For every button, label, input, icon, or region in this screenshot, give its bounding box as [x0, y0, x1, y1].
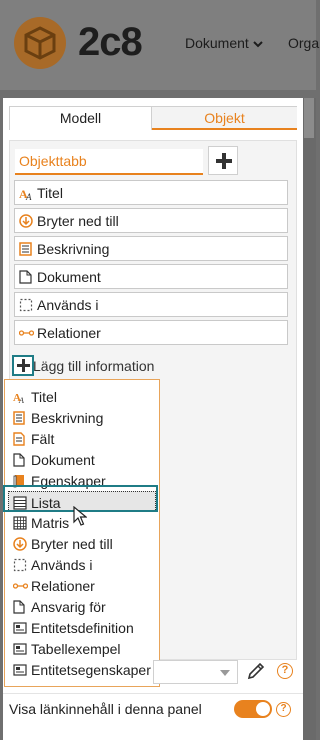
nav-organisation[interactable]: Orga: [288, 35, 319, 51]
relations-icon: [12, 579, 29, 593]
chevron-down-icon: [220, 670, 230, 676]
mouse-cursor-icon: [73, 505, 88, 531]
title-icon: AA: [19, 186, 33, 202]
section-relationer[interactable]: Relationer: [14, 320, 288, 345]
matrix-icon: [13, 516, 27, 530]
menu-item-label: Matris: [31, 515, 70, 531]
menu-item-bryter-ned-till[interactable]: Bryter ned till: [5, 533, 159, 554]
used-in-icon: [13, 558, 27, 572]
section-dokument[interactable]: Dokument: [14, 264, 288, 289]
section-label: Relationer: [37, 325, 101, 341]
menu-item-ansvarig-for[interactable]: Ansvarig för: [5, 596, 159, 617]
description-icon: [13, 411, 26, 425]
section-label: Beskrivning: [37, 241, 110, 257]
add-information-menu: AA Titel Beskrivning Fält Dokument Egens…: [4, 379, 160, 687]
section-label: Bryter ned till: [37, 213, 119, 229]
plus-icon: [17, 359, 30, 372]
section-bryter-ned-till[interactable]: Bryter ned till: [14, 208, 288, 233]
svg-text:A: A: [18, 396, 24, 404]
menu-item-label: Används i: [31, 557, 93, 573]
help-icon[interactable]: ?: [277, 663, 293, 679]
help-icon[interactable]: ?: [276, 702, 291, 717]
menu-item-dokument[interactable]: Dokument: [5, 449, 159, 470]
menu-item-relationer[interactable]: Relationer: [5, 575, 159, 596]
section-label: Titel: [37, 185, 63, 201]
tab-modell[interactable]: Modell: [9, 106, 152, 130]
menu-item-anvands-i[interactable]: Används i: [5, 554, 159, 575]
nav-dokument-label: Dokument: [185, 35, 249, 51]
menu-item-label: Titel: [31, 389, 57, 405]
plus-icon: [216, 153, 232, 169]
menu-item-tabellexempel[interactable]: Tabellexempel: [5, 638, 159, 659]
nav-dokument[interactable]: Dokument: [185, 35, 263, 51]
brand-name: 2c8: [78, 20, 143, 64]
document-icon: [13, 453, 26, 467]
toggle-knob: [256, 702, 270, 716]
document-icon: [13, 600, 26, 614]
app-header: 2c8 Dokument Orga: [0, 0, 319, 90]
menu-item-entitetsegenskaper[interactable]: Entitetsegenskaper: [5, 659, 159, 680]
add-information-button[interactable]: [12, 355, 34, 376]
section-label: Dokument: [37, 269, 101, 285]
menu-item-label: Entitetsegenskaper: [31, 662, 151, 678]
entity-icon: [13, 642, 27, 656]
entity-icon: [13, 621, 27, 635]
title-icon: AA: [13, 390, 26, 405]
menu-item-entitetsdefinition[interactable]: Entitetsdefinition: [5, 617, 159, 638]
menu-item-label: Entitetsdefinition: [31, 620, 134, 636]
menu-item-label: Fält: [31, 431, 55, 447]
pencil-icon[interactable]: [246, 661, 266, 686]
add-tab-button[interactable]: [208, 146, 238, 175]
scrollbar-track[interactable]: [303, 98, 316, 740]
arrow-down-circle-icon: [19, 214, 33, 228]
object-panel: Modell Objekt Objekttabb AA Titel Bryter…: [3, 98, 303, 740]
scrollbar-thumb[interactable]: [304, 98, 314, 138]
menu-item-label: Bryter ned till: [31, 536, 113, 552]
section-beskrivning[interactable]: Beskrivning: [14, 236, 288, 261]
menu-item-label: Beskrivning: [31, 410, 104, 426]
add-information-label[interactable]: Lägg till information: [33, 358, 154, 374]
menu-item-label: Dokument: [31, 452, 95, 468]
tab-objekt[interactable]: Objekt: [152, 106, 297, 130]
description-icon: [19, 242, 33, 256]
chevron-down-icon: [252, 35, 263, 51]
object-tab-label: Objekttabb: [19, 153, 87, 169]
menu-item-falt[interactable]: Fält: [5, 428, 159, 449]
section-titel[interactable]: AA Titel: [14, 180, 288, 205]
document-icon: [19, 270, 33, 284]
link-content-label: Visa länkinnehåll i denna panel: [9, 701, 202, 717]
entity-icon: [13, 663, 27, 677]
svg-text:A: A: [25, 192, 32, 201]
used-in-icon: [19, 298, 33, 312]
object-tab[interactable]: Objekttabb: [15, 149, 203, 175]
menu-item-label: Relationer: [31, 578, 95, 594]
arrow-down-circle-icon: [13, 537, 27, 551]
divider: [3, 693, 303, 694]
field-icon: [13, 432, 26, 446]
menu-item-label: Tabellexempel: [31, 641, 121, 657]
panel-select[interactable]: [153, 660, 238, 684]
logo-icon[interactable]: [14, 17, 66, 69]
section-anvands-i[interactable]: Används i: [14, 292, 288, 317]
panel-tabs: Modell Objekt: [9, 106, 297, 130]
section-label: Används i: [37, 297, 99, 313]
relations-icon: [18, 326, 35, 340]
menu-item-label: Ansvarig för: [31, 599, 106, 615]
menu-item-beskrivning[interactable]: Beskrivning: [5, 407, 159, 428]
link-content-toggle[interactable]: [234, 700, 272, 718]
menu-item-titel[interactable]: AA Titel: [5, 386, 159, 407]
